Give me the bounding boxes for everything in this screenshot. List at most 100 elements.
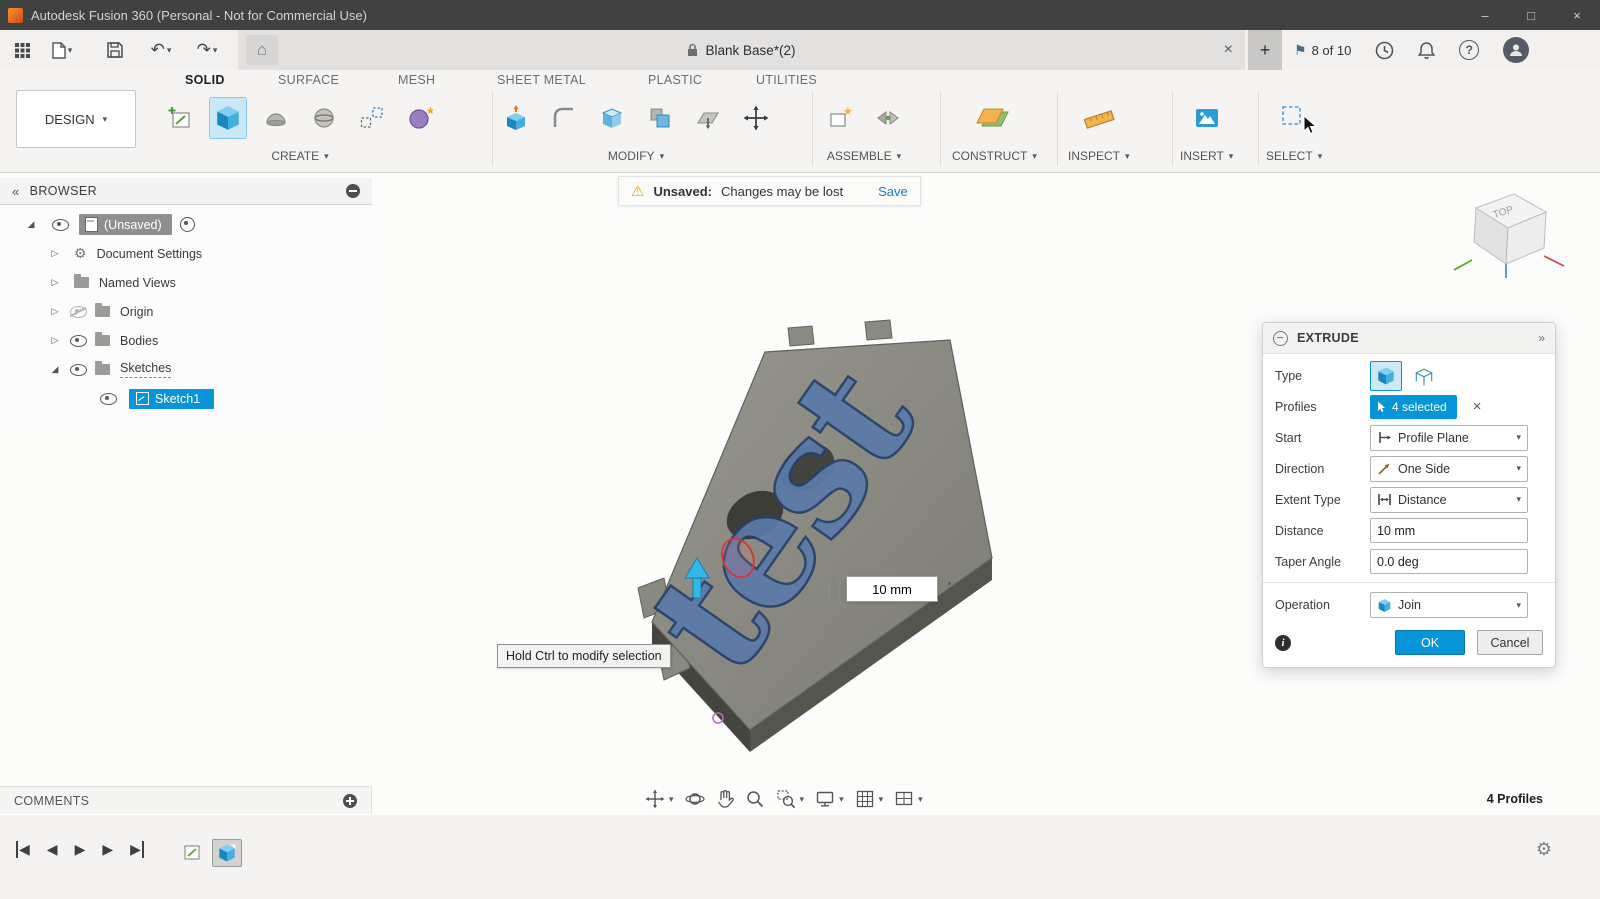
start-dropdown[interactable]: Profile Plane ▾ — [1370, 424, 1528, 451]
save-button[interactable] — [100, 30, 130, 70]
tree-row-root[interactable]: ◢ (Unsaved) — [0, 210, 372, 239]
joint-button[interactable] — [870, 98, 906, 138]
combine-button[interactable] — [642, 98, 678, 138]
new-tab-button[interactable]: + — [1248, 30, 1282, 70]
eye-off-icon[interactable] — [70, 305, 87, 318]
tab-utilities[interactable]: UTILITIES — [756, 73, 817, 87]
grid-snaps-button[interactable]: ▾ — [852, 787, 887, 811]
assemble-menu[interactable]: ASSEMBLE ▾ — [827, 149, 901, 163]
insert-button[interactable] — [1189, 98, 1225, 138]
viewports-button[interactable]: ▾ — [891, 787, 926, 811]
collapse-panel-icon[interactable]: « — [12, 184, 20, 199]
move-copy-button[interactable] — [738, 98, 774, 138]
tree-row-document-settings[interactable]: ▷ ⚙ Document Settings — [0, 239, 372, 268]
eye-icon[interactable] — [70, 363, 87, 376]
step-back-button[interactable]: ◀ — [47, 841, 58, 858]
close-button[interactable]: × — [1554, 0, 1600, 30]
root-document-item[interactable]: (Unsaved) — [79, 214, 172, 235]
tree-row-sketches[interactable]: ◢ Sketches — [0, 355, 372, 384]
create-sketch-button[interactable] — [162, 98, 198, 138]
sweep-button[interactable] — [306, 98, 342, 138]
tab-close-button[interactable]: × — [1224, 30, 1233, 70]
notifications-bell-icon[interactable] — [1418, 41, 1436, 60]
minimize-button[interactable]: – — [1462, 0, 1508, 30]
user-avatar[interactable] — [1503, 37, 1530, 63]
collapse-dialog-icon[interactable] — [1273, 330, 1288, 346]
extrude-button[interactable] — [209, 97, 247, 139]
fit-button[interactable]: ▾ — [642, 787, 677, 811]
tree-collapsed-icon[interactable]: ▷ — [48, 306, 62, 317]
maximize-button[interactable]: □ — [1508, 0, 1554, 30]
add-comment-icon[interactable] — [343, 793, 357, 808]
tree-row-origin[interactable]: ▷ Origin — [0, 297, 372, 326]
new-component-button[interactable]: ★ — [822, 98, 858, 138]
ok-button[interactable]: OK — [1395, 630, 1465, 655]
shell-button[interactable] — [594, 98, 630, 138]
comments-bar[interactable]: COMMENTS — [0, 786, 372, 814]
info-icon[interactable]: i — [1275, 634, 1291, 651]
tree-expanded-icon[interactable]: ◢ — [24, 219, 38, 230]
construct-menu[interactable]: CONSTRUCT ▾ — [952, 149, 1037, 163]
display-settings-button[interactable]: ▾ — [812, 787, 847, 811]
tab-solid[interactable]: SOLID — [185, 73, 225, 87]
tab-surface[interactable]: SURFACE — [278, 73, 339, 87]
app-grid-button[interactable] — [8, 30, 36, 70]
dimension-drag-handle[interactable] — [828, 580, 840, 598]
extrude-thin-type-button[interactable] — [1408, 361, 1440, 391]
tree-row-bodies[interactable]: ▷ Bodies — [0, 326, 372, 355]
revolve-button[interactable] — [258, 98, 294, 138]
document-tab[interactable]: Blank Base*(2) — [687, 43, 796, 58]
zoom-button[interactable] — [742, 787, 768, 811]
tree-collapsed-icon[interactable]: ▷ — [48, 248, 62, 259]
select-menu[interactable]: SELECT ▾ — [1266, 149, 1322, 163]
timeline-settings-gear-icon[interactable]: ⚙ — [1536, 839, 1552, 860]
create-form-button[interactable]: ★ — [402, 98, 438, 138]
view-cube[interactable]: TOP — [1448, 172, 1570, 282]
offset-face-button[interactable] — [690, 98, 726, 138]
tab-sheet-metal[interactable]: SHEET METAL — [497, 73, 586, 87]
press-pull-button[interactable] — [498, 98, 534, 138]
extrude-solid-type-button[interactable] — [1370, 360, 1402, 391]
go-to-end-button[interactable]: ▶ — [130, 841, 144, 858]
extrude-dialog-header[interactable]: EXTRUDE » — [1263, 323, 1555, 354]
job-status-clock-icon[interactable] — [1375, 41, 1394, 60]
profiles-selected-chip[interactable]: 4 selected — [1370, 394, 1457, 419]
workspace-selector[interactable]: DESIGN ▾ — [16, 90, 136, 148]
tree-expanded-icon[interactable]: ◢ — [48, 364, 62, 375]
tab-plastic[interactable]: PLASTIC — [648, 73, 702, 87]
undo-button[interactable]: ↶ ▾ — [142, 30, 180, 70]
inspect-menu[interactable]: INSPECT ▾ — [1068, 149, 1130, 163]
pan-button[interactable] — [713, 787, 737, 811]
construct-plane-button[interactable] — [969, 98, 1019, 138]
model-viewport[interactable]: test — [560, 310, 1030, 760]
measure-button[interactable] — [1074, 98, 1124, 138]
tab-mesh[interactable]: MESH — [398, 73, 435, 87]
pattern-button[interactable] — [354, 98, 390, 138]
timeline-sketch-feature[interactable] — [178, 839, 206, 865]
activate-component-icon[interactable] — [179, 217, 195, 232]
eye-icon[interactable] — [70, 334, 87, 347]
clear-selection-icon[interactable]: × — [1473, 398, 1482, 415]
zoom-window-button[interactable]: ▾ — [773, 787, 808, 811]
help-button[interactable]: ? — [1459, 40, 1480, 60]
extent-type-dropdown[interactable]: Distance ▾ — [1370, 486, 1528, 513]
tree-row-named-views[interactable]: ▷ Named Views — [0, 268, 372, 297]
insert-menu[interactable]: INSERT ▾ — [1180, 149, 1233, 163]
sketch1-selected-item[interactable]: Sketch1 — [129, 388, 215, 409]
orbit-button[interactable] — [682, 787, 708, 811]
home-view-button[interactable]: ⌂ — [246, 35, 278, 65]
dimension-input[interactable] — [846, 576, 938, 602]
tree-row-sketch1[interactable]: Sketch1 — [0, 384, 372, 413]
tree-collapsed-icon[interactable]: ▷ — [48, 277, 62, 288]
operation-dropdown[interactable]: Join ▾ — [1370, 592, 1528, 618]
cancel-button[interactable]: Cancel — [1477, 630, 1543, 655]
step-forward-button[interactable]: ▶ — [102, 841, 113, 858]
play-button[interactable]: ▶ — [75, 841, 86, 858]
timeline-extrude-feature[interactable] — [212, 839, 242, 867]
distance-input[interactable] — [1370, 518, 1528, 543]
tree-collapsed-icon[interactable]: ▷ — [48, 335, 62, 346]
file-menu-button[interactable]: ▾ — [44, 30, 80, 70]
expand-dialog-icon[interactable]: » — [1538, 331, 1545, 345]
fillet-button[interactable] — [546, 98, 582, 138]
save-link[interactable]: Save — [878, 184, 908, 199]
